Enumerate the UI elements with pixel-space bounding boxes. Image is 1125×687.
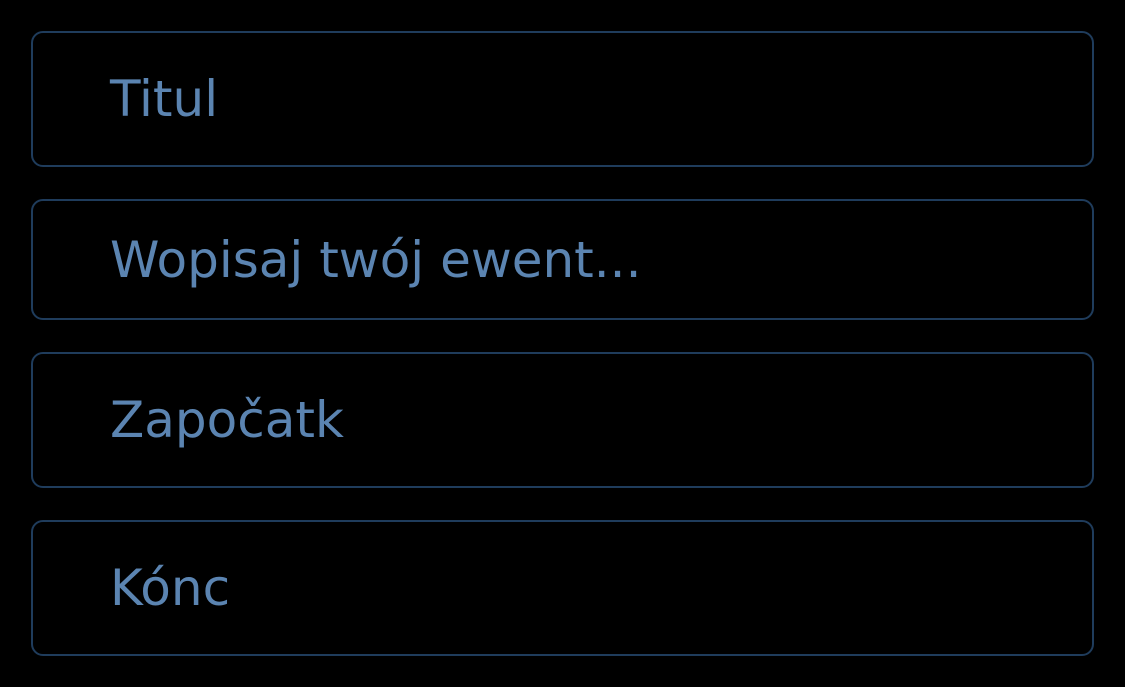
description-field-placeholder: Wopisaj twój ewent... — [110, 230, 642, 289]
event-form: Titul Wopisaj twój ewent... Započatk Kón… — [0, 0, 1125, 687]
end-field[interactable]: Kónc — [31, 520, 1094, 656]
end-field-placeholder: Kónc — [110, 559, 231, 617]
start-field[interactable]: Započatk — [31, 352, 1094, 488]
description-field[interactable]: Wopisaj twój ewent... — [31, 199, 1094, 320]
start-field-placeholder: Započatk — [110, 391, 344, 449]
title-field-placeholder: Titul — [110, 70, 219, 128]
title-field[interactable]: Titul — [31, 31, 1094, 167]
